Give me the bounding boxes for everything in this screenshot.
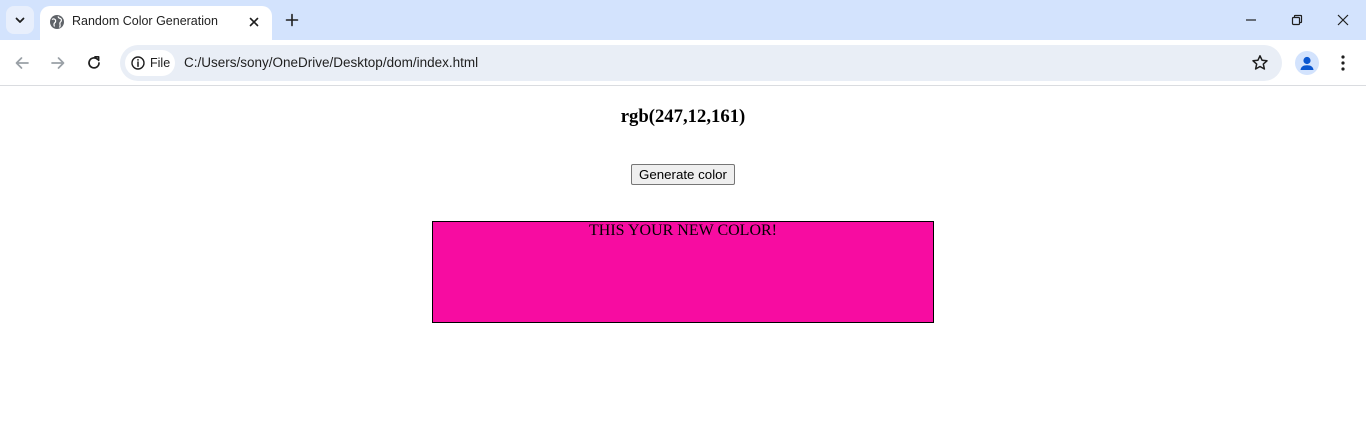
url-text[interactable]: C:/Users/sony/OneDrive/Desktop/dom/index… <box>184 55 478 70</box>
menu-button[interactable] <box>1331 47 1355 79</box>
reload-icon <box>88 55 100 69</box>
tab-active[interactable]: Random Color Generation <box>40 6 272 40</box>
person-icon <box>1300 56 1314 70</box>
tab-strip: Random Color Generation <box>0 0 1366 40</box>
color-preview-box: THIS YOUR NEW COLOR! <box>432 221 934 323</box>
close-window-button[interactable] <box>1320 0 1366 40</box>
more-vert-icon <box>1341 55 1345 71</box>
color-box-label: THIS YOUR NEW COLOR! <box>589 222 777 239</box>
reload-button[interactable] <box>78 47 110 79</box>
color-value-heading: rgb(247,12,161) <box>620 106 746 127</box>
back-button[interactable] <box>6 47 38 79</box>
security-chip-label: File <box>150 56 171 70</box>
bookmark-button[interactable] <box>1250 53 1270 73</box>
back-arrow-icon <box>15 57 29 69</box>
page-content: rgb(247,12,161) Generate color THIS YOUR… <box>0 87 1366 429</box>
new-tab-button[interactable] <box>280 8 304 32</box>
minimize-icon <box>1246 19 1256 21</box>
tab-search-button[interactable] <box>6 6 34 34</box>
star-icon <box>1252 55 1268 70</box>
plus-icon <box>285 13 299 27</box>
toolbar: File C:/Users/sony/OneDrive/Desktop/dom/… <box>0 40 1366 86</box>
close-icon <box>249 17 259 27</box>
minimize-button[interactable] <box>1228 0 1274 40</box>
globe-icon <box>50 15 64 29</box>
info-icon <box>131 56 145 70</box>
forward-arrow-icon <box>51 57 65 69</box>
site-info-chip[interactable]: File <box>125 50 175 76</box>
chevron-down-icon <box>15 17 25 23</box>
tab-close-button[interactable] <box>244 12 264 32</box>
forward-button[interactable] <box>42 47 74 79</box>
restore-icon <box>1291 14 1303 26</box>
tab-title: Random Color Generation <box>72 14 218 28</box>
restore-button[interactable] <box>1274 0 1320 40</box>
generate-color-button[interactable]: Generate color <box>631 164 735 185</box>
profile-button[interactable] <box>1295 51 1319 75</box>
address-bar[interactable]: File C:/Users/sony/OneDrive/Desktop/dom/… <box>120 45 1282 81</box>
close-icon <box>1337 14 1349 26</box>
